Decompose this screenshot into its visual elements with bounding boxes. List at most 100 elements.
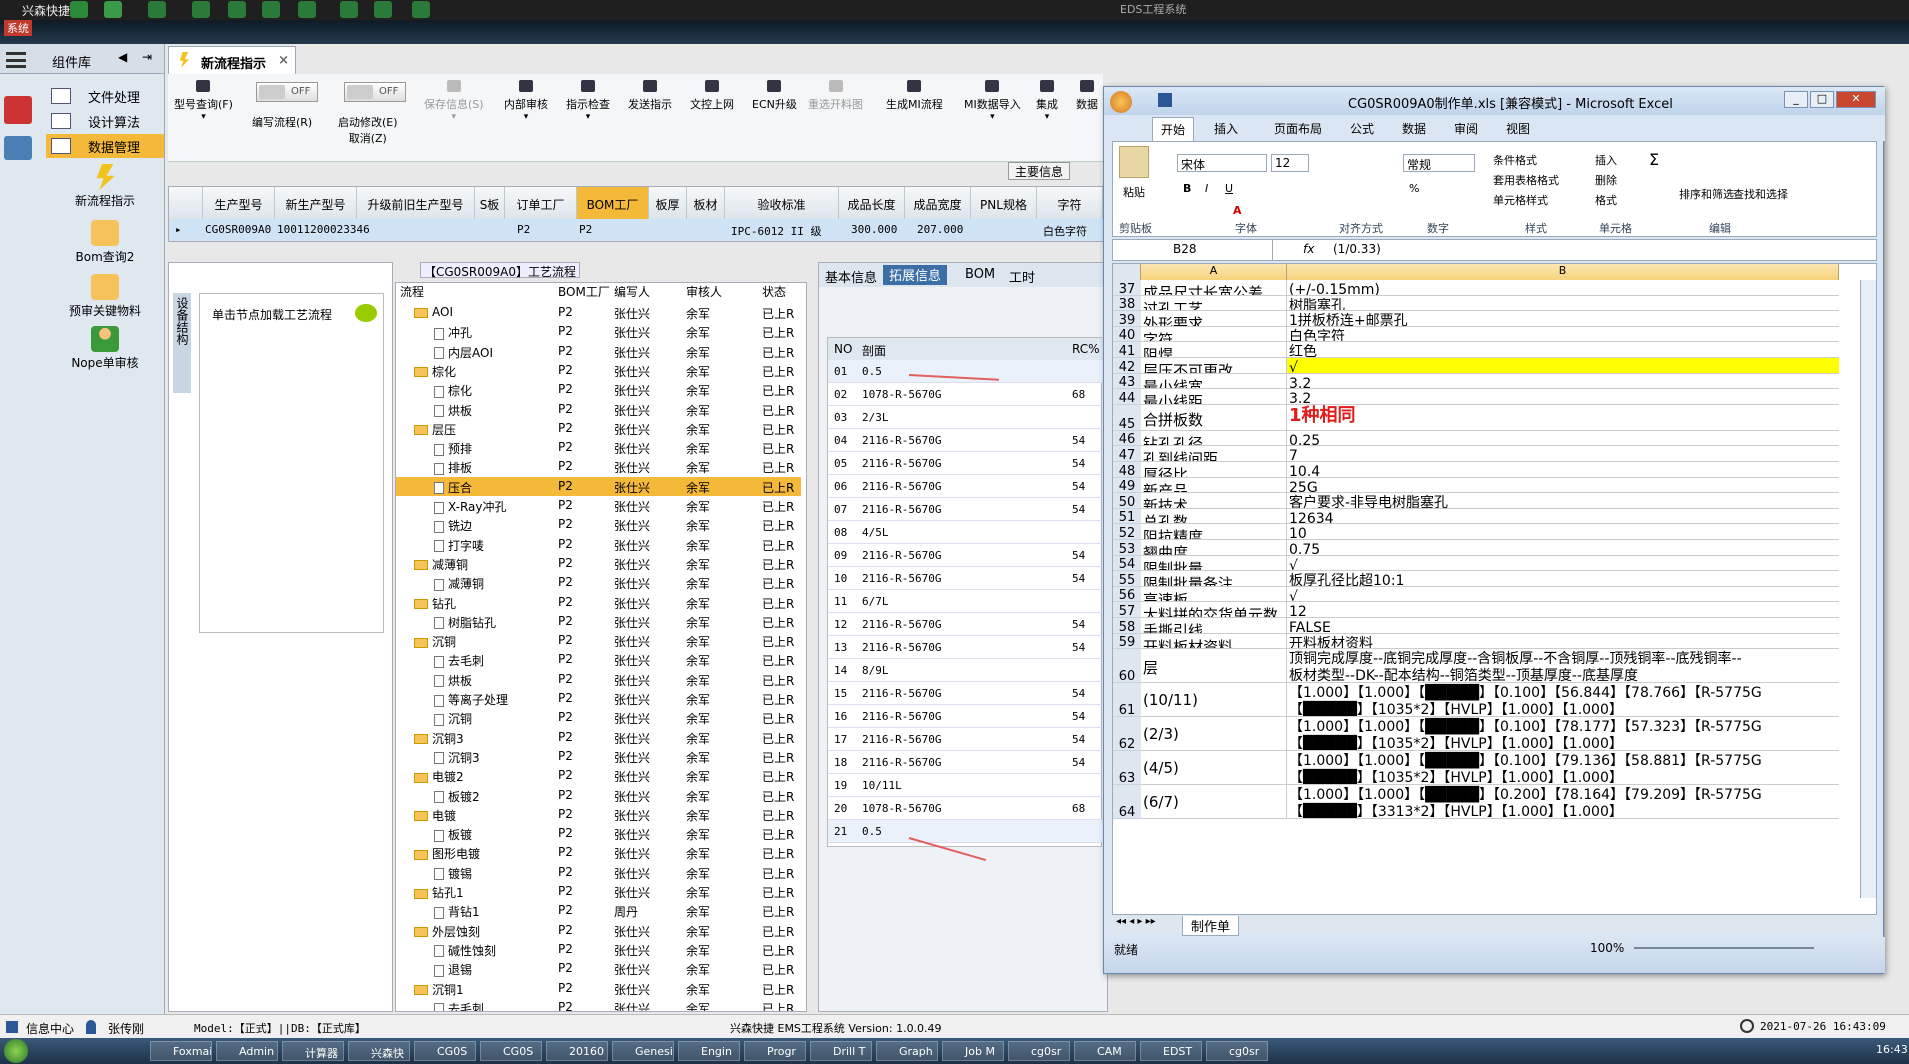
cell-b[interactable]: 10 xyxy=(1287,524,1839,540)
taskbar-button[interactable]: cg0sr xyxy=(1008,1041,1070,1061)
row-header[interactable]: 63 xyxy=(1113,751,1141,786)
close-button[interactable]: ✕ xyxy=(1836,91,1876,108)
pre-review-button[interactable]: 预审关键物料 xyxy=(55,274,155,319)
zoom-level[interactable]: 100% xyxy=(1590,941,1624,955)
cell-a[interactable]: 字符 xyxy=(1141,326,1287,343)
tree-row[interactable]: 棕化 P2 张仕兴 余军 已上R xyxy=(396,380,801,399)
font-size-select[interactable]: 12 xyxy=(1271,154,1309,172)
percent-button[interactable]: % xyxy=(1409,182,1419,195)
grid-header[interactable]: 成品长度 xyxy=(839,187,905,219)
ribbon-tab-formula[interactable]: 公式 xyxy=(1350,120,1374,137)
cell-b[interactable]: 12634 xyxy=(1287,509,1839,525)
cancel-button[interactable]: 取消(Z) xyxy=(349,132,387,145)
cell-a[interactable]: (6/7) xyxy=(1141,785,1287,820)
tree-row[interactable]: 去毛刺 P2 张仕兴 余军 已上R xyxy=(396,998,801,1011)
row-header[interactable]: 55 xyxy=(1113,571,1141,588)
tab-basic-info[interactable]: 基本信息 xyxy=(825,267,877,286)
formula-input[interactable]: (1/0.33) xyxy=(1333,242,1381,256)
cell-b[interactable]: 25G xyxy=(1287,478,1839,494)
table-row[interactable]: 17 2116-R-5670G 54 xyxy=(828,728,1103,751)
row-header[interactable]: 53 xyxy=(1113,540,1141,557)
cell-b[interactable]: 红色 xyxy=(1287,342,1839,358)
cell-b[interactable]: 3.2 xyxy=(1287,389,1839,405)
cell-a[interactable]: (10/11) xyxy=(1141,683,1287,718)
tree-row[interactable]: 钻孔 P2 张仕兴 余军 已上R xyxy=(396,593,801,612)
row-header[interactable]: 62 xyxy=(1113,717,1141,752)
table-row[interactable]: 21 0.5 xyxy=(828,820,1103,843)
vertical-tab[interactable]: 设备结构 xyxy=(173,293,191,393)
model-query-button[interactable]: 型号查询(F) ▾ xyxy=(174,80,233,122)
cell-b[interactable]: 1种相同 xyxy=(1287,405,1839,431)
table-row[interactable]: 12 2116-R-5670G 54 xyxy=(828,613,1103,636)
generate-mi-button[interactable]: 生成MI流程 xyxy=(886,80,943,112)
user-icon[interactable] xyxy=(340,1,358,18)
table-row[interactable]: 01 0.5 xyxy=(828,360,1103,383)
cell-a[interactable]: 限制批量 xyxy=(1141,555,1287,572)
row-header[interactable]: 41 xyxy=(1113,342,1141,359)
table-row[interactable]: 05 2116-R-5670G 54 xyxy=(828,452,1103,475)
row-header[interactable]: 56 xyxy=(1113,586,1141,603)
table-cell[interactable]: 207.000 xyxy=(917,223,963,236)
list-icon[interactable] xyxy=(298,1,316,18)
cell-a[interactable]: 新产品 xyxy=(1141,477,1287,494)
start-button-icon[interactable] xyxy=(4,1039,28,1063)
grid-header[interactable]: 订单工厂 xyxy=(505,187,577,219)
table-row[interactable]: 08 4/5L xyxy=(828,521,1103,544)
conditional-format-button[interactable]: 条件格式 xyxy=(1493,152,1537,168)
tree-row[interactable]: 层压 P2 张仕兴 余军 已上R xyxy=(396,419,801,438)
table-row[interactable]: 16 2116-R-5670G 54 xyxy=(828,705,1103,728)
table-row[interactable]: 07 2116-R-5670G 54 xyxy=(828,498,1103,521)
cell-a[interactable]: 总孔数 xyxy=(1141,508,1287,525)
cell-b[interactable]: 10.4 xyxy=(1287,462,1839,478)
sum-icon[interactable]: Σ xyxy=(1649,150,1659,169)
tree-row[interactable]: 沉铜 P2 张仕兴 余军 已上R xyxy=(396,631,801,650)
zoom-slider[interactable] xyxy=(1634,947,1814,949)
row-header[interactable]: 39 xyxy=(1113,311,1141,328)
grid-header[interactable]: 生产型号 xyxy=(203,187,275,219)
scissors-icon[interactable] xyxy=(192,1,210,18)
table-cell[interactable]: CG0SR009A0 xyxy=(205,223,271,236)
row-header[interactable]: 59 xyxy=(1113,633,1141,650)
start-modify-toggle[interactable]: OFF xyxy=(344,82,406,102)
table-cell[interactable]: 10011200023346 xyxy=(277,223,370,236)
cell-a[interactable]: (2/3) xyxy=(1141,717,1287,752)
tree-row[interactable]: 沉铜3 P2 张仕兴 余军 已上R xyxy=(396,728,801,747)
row-header[interactable]: 64 xyxy=(1113,785,1141,820)
ribbon-tab-view[interactable]: 视图 xyxy=(1506,120,1530,137)
format-cells-button[interactable]: 格式 xyxy=(1595,192,1617,208)
cell-b[interactable]: 7 xyxy=(1287,446,1839,462)
cell-b[interactable]: 客户要求-非导电树脂塞孔 xyxy=(1287,493,1839,509)
sidebar-item-data[interactable]: 数据管理 xyxy=(46,134,164,158)
integrate-button[interactable]: 集成 ▾ xyxy=(1036,80,1058,122)
cell-a[interactable]: 厚径比 xyxy=(1141,462,1287,478)
table-row[interactable]: 11 6/7L xyxy=(828,590,1103,613)
cell-b[interactable]: 板厚孔径比超10:1 xyxy=(1287,571,1839,587)
row-header[interactable]: 51 xyxy=(1113,508,1141,525)
underline-button[interactable]: U xyxy=(1225,182,1233,195)
row-header[interactable]: 52 xyxy=(1113,524,1141,541)
monitor-icon[interactable] xyxy=(412,1,430,18)
taskbar-button[interactable]: CG0S xyxy=(414,1041,476,1061)
row-header[interactable]: 61 xyxy=(1113,683,1141,718)
grid-header[interactable]: BOM工厂 xyxy=(577,187,649,219)
cell-b[interactable]: 0.25 xyxy=(1287,431,1839,447)
sheet-tab[interactable]: 制作单 xyxy=(1182,916,1240,936)
tree-row[interactable]: 镀锡 P2 张仕兴 余军 已上R xyxy=(396,863,801,882)
cell-a[interactable]: 成品尺寸长宽公差 xyxy=(1141,280,1287,296)
tree-row[interactable]: 外层蚀刻 P2 张仕兴 余军 已上R xyxy=(396,921,801,940)
cell-a[interactable]: 阻抗精度 xyxy=(1141,524,1287,540)
chat-bubble-icon[interactable] xyxy=(355,304,377,322)
cell-b[interactable]: 【1.000】【1.000】【█████】【0.100】【78.177】【57.… xyxy=(1287,717,1839,752)
cell-b[interactable]: 0.75 xyxy=(1287,540,1839,556)
italic-button[interactable]: I xyxy=(1205,182,1208,195)
tab-extended-info[interactable]: 拓展信息 xyxy=(883,265,948,285)
cell-b[interactable]: 顶铜完成厚度--底铜完成厚度--含铜板厚--不含铜厚--顶残铜率--底残铜率--… xyxy=(1287,649,1839,684)
tree-row[interactable]: 退锡 P2 张仕兴 余军 已上R xyxy=(396,959,801,978)
row-header[interactable]: 40 xyxy=(1113,326,1141,343)
cell-b[interactable]: FALSE xyxy=(1287,618,1839,634)
sidebar-item-algorithm[interactable]: 设计算法 xyxy=(46,109,164,133)
font-color-button[interactable]: A xyxy=(1233,204,1242,217)
table-row[interactable]: 09 2116-R-5670G 54 xyxy=(828,544,1103,567)
chart-icon[interactable] xyxy=(374,1,392,18)
cell-b[interactable]: 【1.000】【1.000】【█████】【0.100】【56.844】【78.… xyxy=(1287,683,1839,718)
